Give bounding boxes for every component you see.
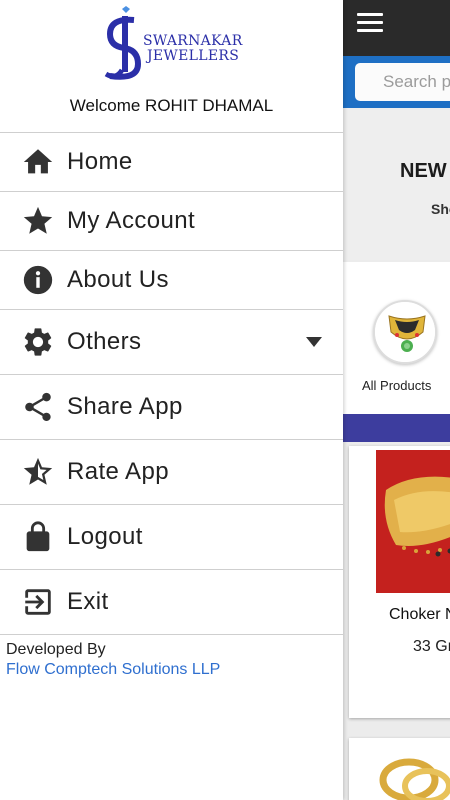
menu-item-others[interactable]: Others (0, 309, 343, 374)
product-card[interactable]: Choker Necklace 33 Gm (349, 446, 450, 718)
developed-by-label: Developed By (6, 641, 106, 658)
product-name: Choker Necklace (389, 606, 450, 623)
menu-item-label: Share App (67, 393, 183, 420)
promo-banner[interactable]: NEW ARRIVALS Shop Now (343, 108, 450, 260)
app-toolbar (343, 0, 450, 56)
menu-item-rate-app[interactable]: Rate App (0, 439, 343, 504)
developer-company-link[interactable]: Flow Comptech Solutions LLP (6, 660, 220, 680)
menu-item-exit[interactable]: Exit (0, 569, 343, 634)
menu-item-label: Home (67, 148, 133, 175)
gear-icon (20, 324, 56, 360)
drawer-header: SWARNAKAR JEWELLERS Welcome ROHIT DHAMAL (0, 0, 343, 132)
sj-monogram-icon (104, 6, 142, 80)
info-icon (20, 262, 56, 298)
brand-name: SWARNAKAR JEWELLERS (143, 34, 243, 64)
necklace-category-icon[interactable] (373, 300, 437, 364)
welcome-message: Welcome ROHIT DHAMAL (69, 96, 274, 115)
star-half-icon (20, 454, 56, 490)
category-label: All Products (362, 378, 432, 393)
exit-icon (20, 584, 56, 620)
menu-item-label: Logout (67, 523, 143, 550)
product-image (376, 450, 450, 593)
menu-item-label: Others (67, 328, 142, 355)
menu-item-home[interactable]: Home (0, 132, 343, 191)
developer-credit: Developed By Flow Comptech Solutions LLP (6, 640, 220, 680)
home-icon (20, 144, 56, 180)
menu-item-logout[interactable]: Logout (0, 504, 343, 569)
section-divider (343, 414, 450, 442)
menu-divider (0, 634, 343, 635)
search-input[interactable]: Search products (355, 63, 450, 101)
banner-title: NEW ARRIVALS (400, 160, 450, 182)
drawer-menu: Home My Account About Us Others Share Ap… (0, 132, 343, 635)
chevron-down-icon[interactable] (305, 336, 323, 348)
share-icon (20, 389, 56, 425)
navigation-drawer: SWARNAKAR JEWELLERS Welcome ROHIT DHAMAL… (0, 0, 343, 800)
menu-item-label: Rate App (67, 458, 169, 485)
star-icon (20, 203, 56, 239)
lock-icon (20, 519, 56, 555)
ring-product-image (379, 758, 450, 800)
brand-line-1: SWARNAKAR (143, 33, 243, 49)
menu-item-label: Exit (67, 588, 109, 615)
brand-logo: SWARNAKAR JEWELLERS (100, 4, 260, 84)
menu-item-label: My Account (67, 207, 196, 234)
banner-subtitle: Shop Now (431, 201, 450, 217)
search-bar: Search products (343, 56, 450, 108)
product-weight: 33 Gm (413, 638, 450, 655)
hamburger-menu-icon[interactable] (357, 13, 383, 33)
background-app: Search products NEW ARRIVALS Shop Now Al… (343, 0, 450, 800)
product-card[interactable] (349, 738, 450, 800)
category-strip: All Products (343, 262, 450, 414)
menu-item-label: About Us (67, 266, 169, 293)
menu-item-share-app[interactable]: Share App (0, 374, 343, 439)
brand-line-2: JEWELLERS (147, 48, 240, 64)
menu-item-about-us[interactable]: About Us (0, 250, 343, 309)
menu-item-my-account[interactable]: My Account (0, 191, 343, 250)
